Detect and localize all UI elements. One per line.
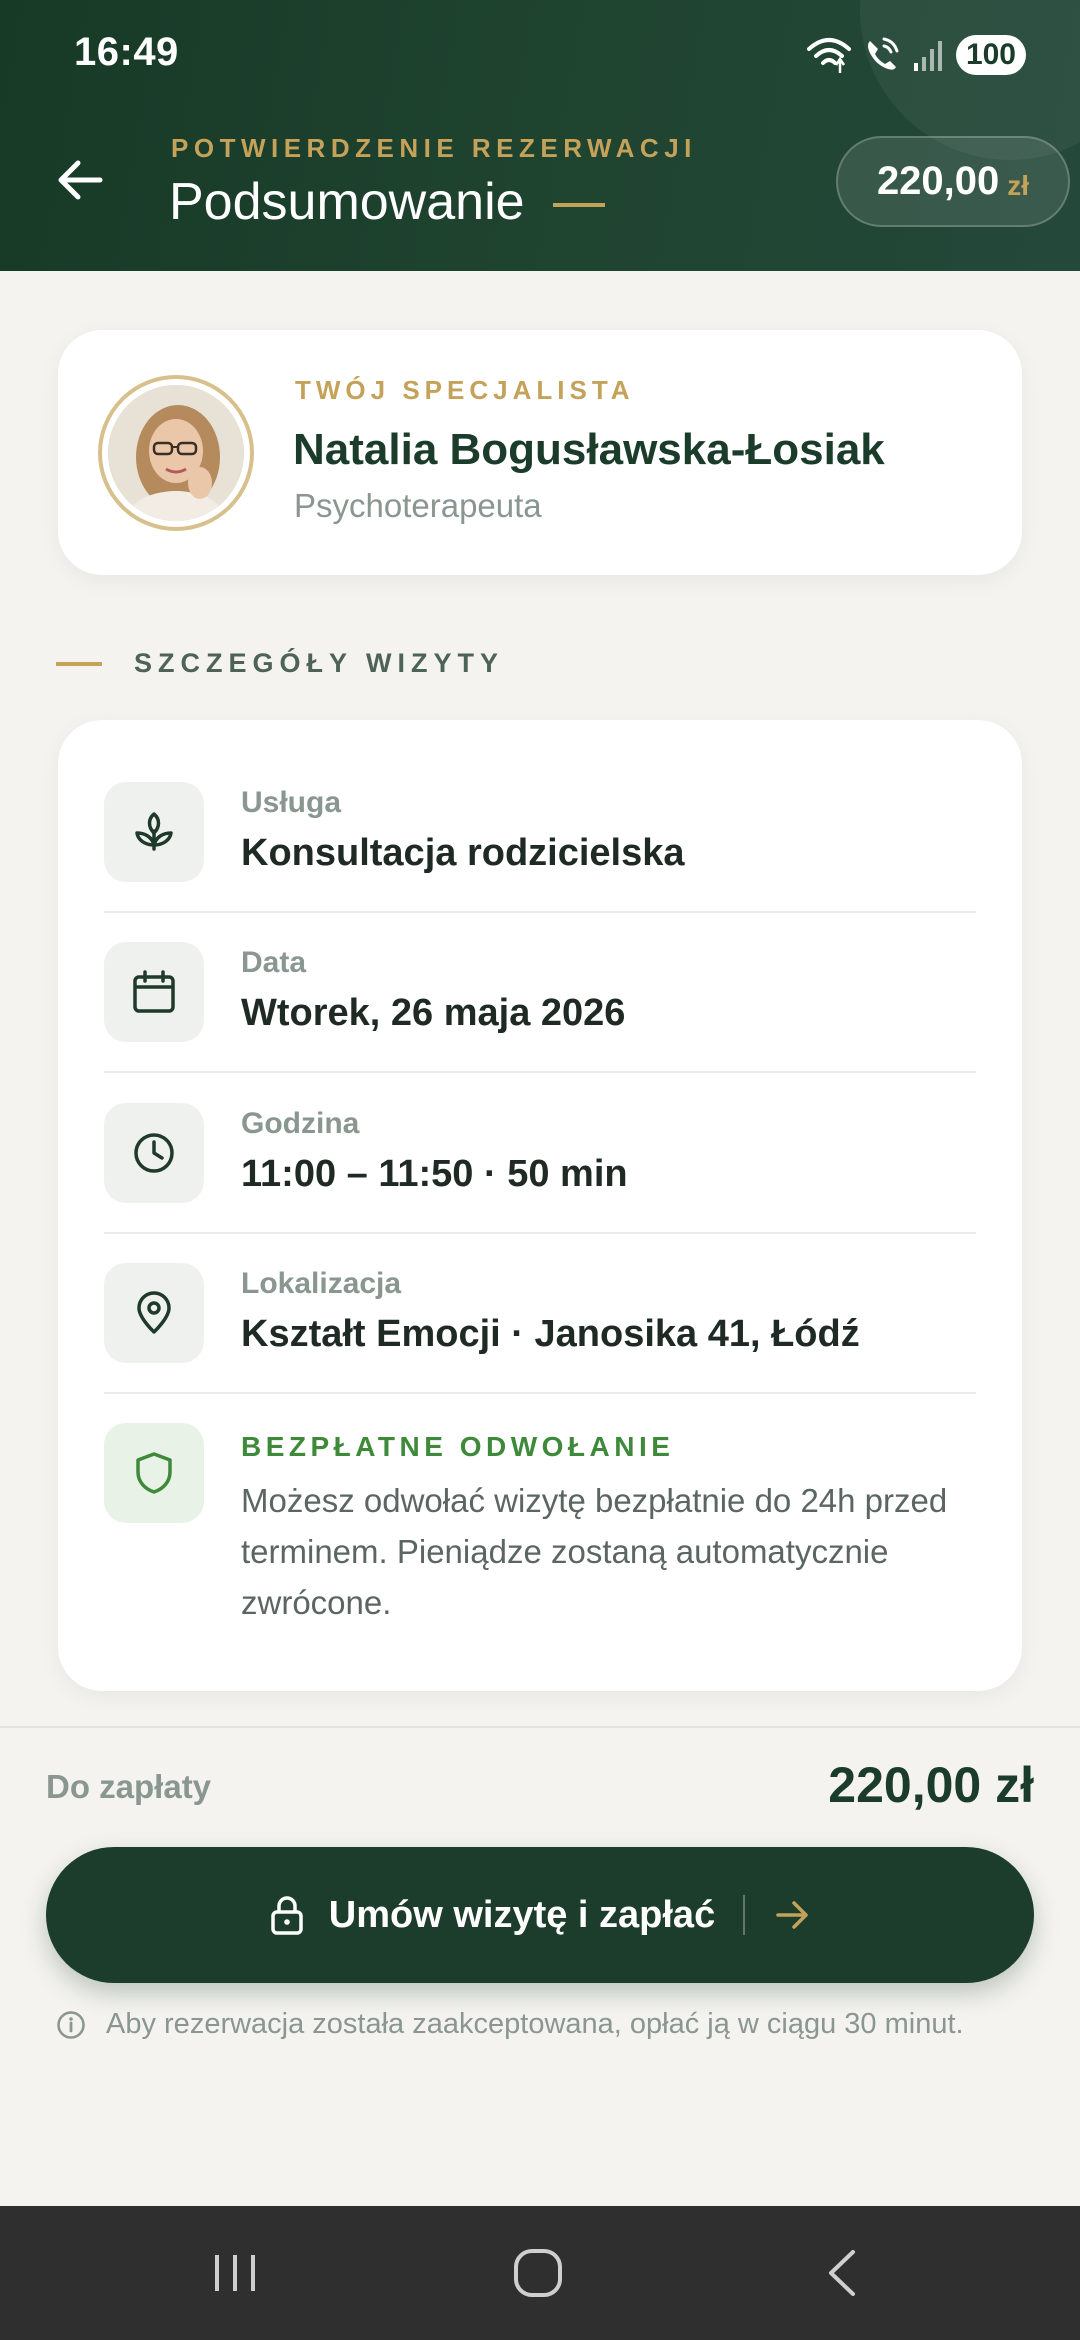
status-time: 16:49 xyxy=(74,30,179,74)
recents-icon xyxy=(215,2255,255,2291)
row-divider xyxy=(104,911,976,913)
amount-due-value: 220,00 zł xyxy=(828,1757,1034,1813)
section-accent-line xyxy=(56,661,102,666)
cancellation-label: BEZPŁATNE ODWOŁANIE xyxy=(241,1431,675,1462)
cancellation-text: Możesz odwołać wizytę bezpłatnie do 24h … xyxy=(241,1482,948,1621)
row-divider xyxy=(104,1392,976,1394)
button-separator xyxy=(743,1895,746,1935)
system-navigation-bar xyxy=(0,2206,1080,2340)
header-eyebrow: POTWIERDZENIE REZERWACJI xyxy=(171,133,697,163)
home-icon xyxy=(514,2249,562,2297)
header-price-currency: zł xyxy=(1007,169,1030,201)
sprout-icon xyxy=(104,782,204,882)
status-icons: 100 xyxy=(806,30,1026,80)
header-price-amount: 220,00 xyxy=(876,159,1000,203)
chevron-left-icon xyxy=(829,2250,855,2296)
page-title: Podsumowanie xyxy=(169,172,605,232)
detail-row-time: Godzina 11:00 – 11:50 · 50 min xyxy=(104,1103,976,1263)
specialist-avatar xyxy=(108,385,244,521)
info-icon xyxy=(57,2010,85,2039)
detail-value: Kształt Emocji · Janosika 41, Łódź xyxy=(241,1313,860,1355)
specialist-role: Psychoterapeuta xyxy=(294,487,542,524)
nav-recents-button[interactable] xyxy=(155,2206,315,2340)
wifi-call-icon xyxy=(867,37,899,70)
location-pin-icon xyxy=(104,1263,204,1363)
section-title: SZCZEGÓŁY WIZYTY xyxy=(134,648,505,678)
app-header: 16:49 100 POTWIERDZENIE REZERWACJI Podsu… xyxy=(0,0,1080,271)
detail-value: Konsultacja rodzicielska xyxy=(241,832,685,874)
back-button[interactable] xyxy=(50,150,110,210)
detail-row-location: Lokalizacja Kształt Emocji · Janosika 41… xyxy=(104,1263,976,1423)
book-and-pay-button[interactable]: Umów wizytę i zapłać xyxy=(46,1847,1034,1983)
wifi-icon xyxy=(806,38,851,73)
nav-back-button[interactable] xyxy=(762,2206,922,2340)
detail-label: Lokalizacja xyxy=(241,1267,402,1300)
detail-row-service: Usługa Konsultacja rodzicielska xyxy=(104,782,976,942)
payment-panel: Do zapłaty 220,00 zł Umów wizytę i zapła… xyxy=(0,1726,1080,2206)
detail-row-date: Data Wtorek, 26 maja 2026 xyxy=(104,942,976,1102)
title-accent-dash xyxy=(552,203,605,207)
amount-due-label: Do zapłaty xyxy=(46,1768,212,1805)
detail-value: Wtorek, 26 maja 2026 xyxy=(241,992,626,1034)
avatar-illustration xyxy=(108,385,244,521)
specialist-eyebrow: TWÓJ SPECJALISTA xyxy=(295,375,635,405)
specialist-name: Natalia Bogusławska-Łosiak xyxy=(293,425,885,474)
row-divider xyxy=(104,1232,976,1234)
header-price-badge: 220,00 zł xyxy=(836,136,1070,227)
arrow-left-icon xyxy=(58,160,103,200)
shield-icon xyxy=(104,1423,204,1523)
calendar-icon xyxy=(104,942,204,1042)
arrow-right-icon xyxy=(776,1901,808,1929)
clock-icon xyxy=(104,1103,204,1203)
detail-label: Usługa xyxy=(241,786,342,819)
details-section-heading: SZCZEGÓŁY WIZYTY xyxy=(56,648,504,679)
payment-note-text: Aby rezerwacja została zaakceptowana, op… xyxy=(106,2008,964,2040)
free-cancellation-info: BEZPŁATNE ODWOŁANIE Możesz odwołać wizyt… xyxy=(104,1423,976,1643)
detail-value: 11:00 – 11:50 · 50 min xyxy=(241,1153,628,1195)
visit-details-card: Usługa Konsultacja rodzicielska Data Wto… xyxy=(58,720,1022,1691)
nav-home-button[interactable] xyxy=(458,2206,618,2340)
page-title-text: Podsumowanie xyxy=(169,173,525,231)
avatar-ring xyxy=(98,375,254,531)
signal-icon xyxy=(913,41,942,71)
specialist-card: TWÓJ SPECJALISTA Natalia Bogusławska-Łos… xyxy=(58,330,1022,575)
battery-indicator: 100 xyxy=(955,35,1026,75)
lock-icon xyxy=(271,1896,303,1935)
payment-note: Aby rezerwacja została zaakceptowana, op… xyxy=(56,2008,964,2041)
detail-label: Data xyxy=(241,946,307,979)
detail-label: Godzina xyxy=(241,1107,360,1140)
row-divider xyxy=(104,1071,976,1073)
book-and-pay-label: Umów wizytę i zapłać xyxy=(328,1893,716,1936)
